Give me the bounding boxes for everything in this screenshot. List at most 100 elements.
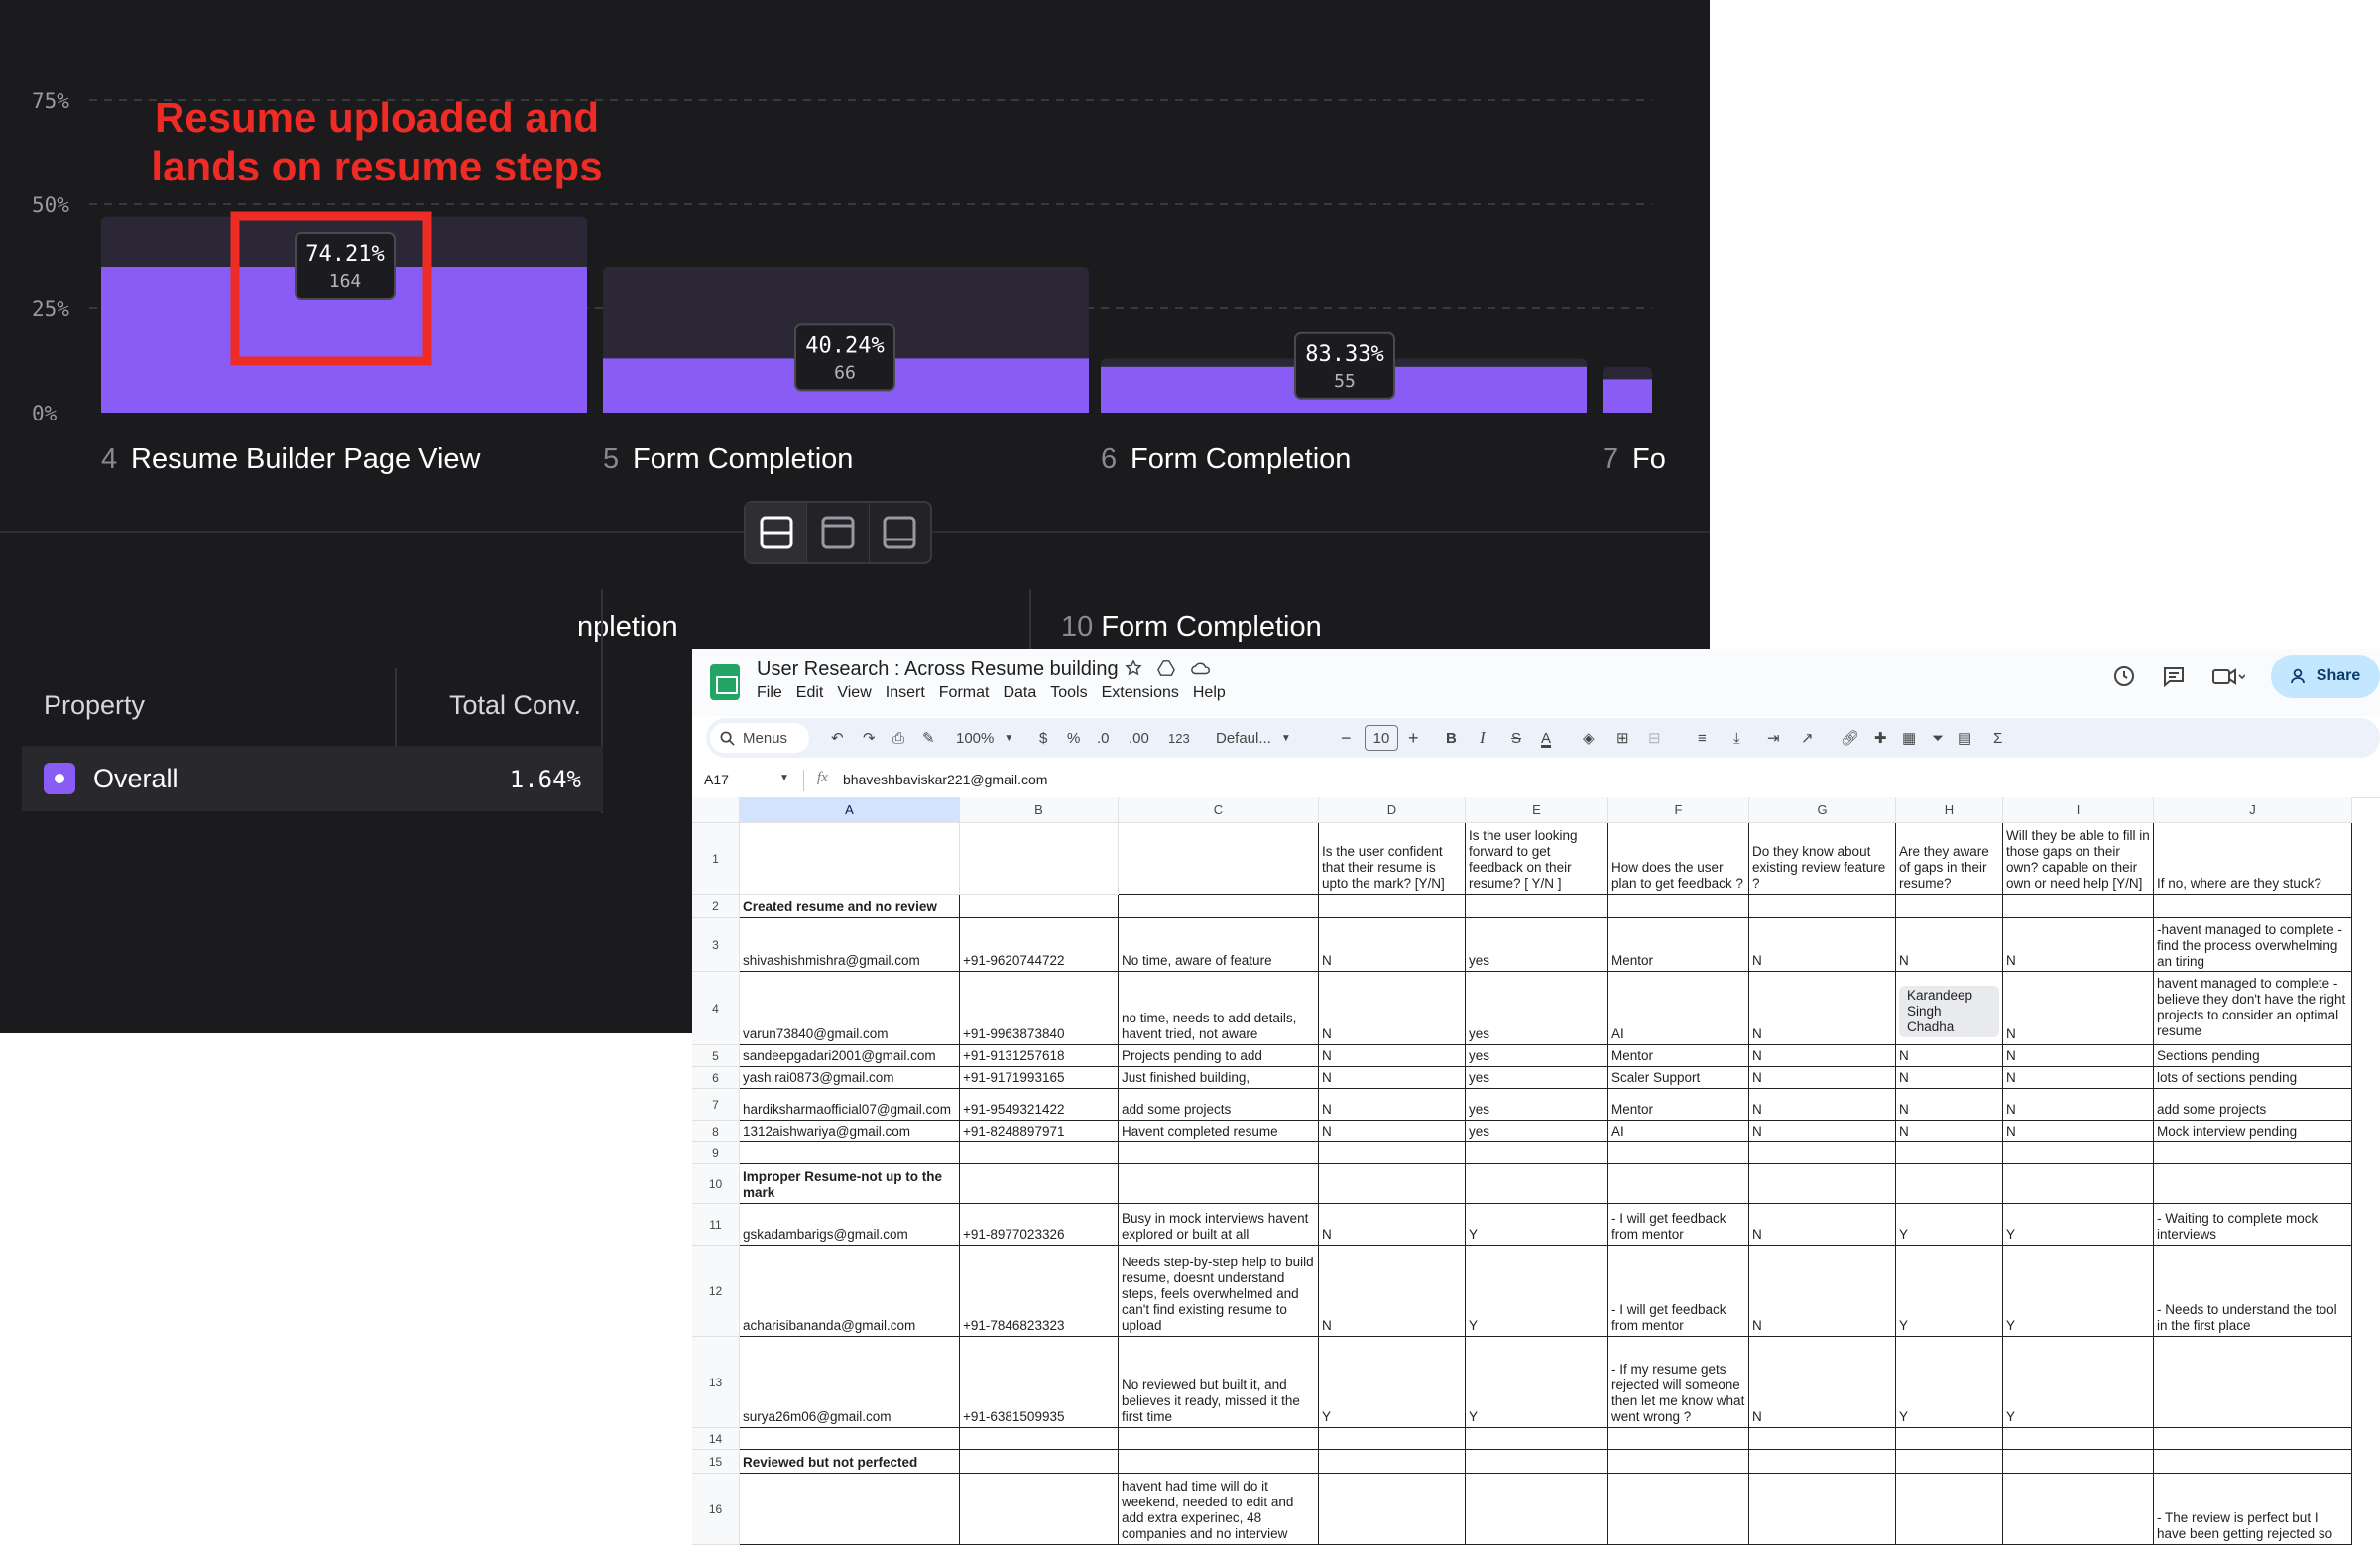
fill-color-icon[interactable]: ◈ (1583, 718, 1595, 758)
align-icon[interactable]: ≡ (1698, 718, 1707, 758)
table-cell[interactable]: no time, needs to add details, havent tr… (1119, 972, 1319, 1045)
table-cell[interactable]: AI (1608, 1121, 1749, 1142)
italic-button[interactable]: I (1480, 718, 1486, 758)
header-cell[interactable]: If no, where are they stuck? (2154, 823, 2352, 895)
table-cell[interactable] (1319, 1164, 1466, 1204)
menus-search[interactable]: Menus (710, 718, 813, 758)
table-cell[interactable]: N (2003, 972, 2154, 1045)
header-cell[interactable]: How does the user plan to get feedback ? (1608, 823, 1749, 895)
table-cell[interactable] (1896, 1164, 2003, 1204)
column-header-i[interactable]: I (2003, 797, 2154, 823)
table-cell[interactable]: Y (1896, 1337, 2003, 1428)
decrease-font-button[interactable]: − (1341, 718, 1352, 758)
table-cell[interactable]: yes (1466, 1045, 1608, 1067)
table-cell[interactable]: Reviewed but not perfected (740, 1450, 960, 1474)
table-cell[interactable]: sandeepgadari2001@gmail.com (740, 1045, 960, 1067)
table-cell[interactable] (1119, 1142, 1319, 1164)
table-cell[interactable]: +91-8977023326 (960, 1204, 1119, 1246)
menu-file[interactable]: File (757, 684, 782, 702)
menu-format[interactable]: Format (939, 684, 990, 702)
table-cell[interactable]: Scaler Support (1608, 1067, 1749, 1089)
table-cell[interactable]: No time, aware of feature (1119, 918, 1319, 972)
row-header[interactable]: 6 (692, 1067, 740, 1089)
table-cell[interactable]: - I will get feedback from mentor (1608, 1204, 1749, 1246)
table-cell[interactable] (1319, 1428, 1466, 1450)
percent-format-button[interactable]: % (1067, 718, 1080, 758)
table-cell[interactable]: Y (1896, 1246, 2003, 1337)
series-color-swatch[interactable] (44, 763, 75, 794)
table-cell[interactable] (1749, 895, 1896, 918)
row-header[interactable]: 15 (692, 1450, 740, 1474)
menu-tools[interactable]: Tools (1050, 684, 1087, 702)
formula-input[interactable]: bhaveshbaviskar221@gmail.com (843, 772, 1047, 787)
table-cell[interactable]: N (1749, 1337, 1896, 1428)
row-header[interactable]: 3 (692, 918, 740, 972)
row-header[interactable]: 13 (692, 1337, 740, 1428)
table-cell[interactable] (2003, 895, 2154, 918)
header-cell[interactable]: Is the user looking forward to get feedb… (1466, 823, 1608, 895)
table-cell[interactable]: N (1749, 972, 1896, 1045)
zoom-select[interactable]: 100% ▼ (956, 718, 1013, 758)
table-cell[interactable]: Improper Resume-not up to the mark (740, 1164, 960, 1204)
vertical-align-icon[interactable]: ⤓ (1733, 718, 1740, 758)
functions-button[interactable]: Σ (1993, 718, 2002, 758)
table-cell[interactable] (2154, 1450, 2352, 1474)
menu-view[interactable]: View (837, 684, 871, 702)
table-cell[interactable]: Y (2003, 1204, 2154, 1246)
row-header[interactable]: 2 (692, 895, 740, 918)
table-cell[interactable]: N (1896, 1089, 2003, 1121)
table-cell[interactable]: AI (1608, 972, 1749, 1045)
table-cell[interactable]: varun73840@gmail.com (740, 972, 960, 1045)
table-cell[interactable] (1466, 1142, 1608, 1164)
table-cell[interactable] (1896, 1142, 2003, 1164)
text-wrap-icon[interactable]: ⇥ (1767, 718, 1780, 758)
table-cell[interactable] (2003, 1142, 2154, 1164)
table-cell[interactable]: - I will get feedback from mentor (1608, 1246, 1749, 1337)
history-icon[interactable] (2112, 664, 2136, 688)
header-cell[interactable]: Do they know about existing review featu… (1749, 823, 1896, 895)
table-cell[interactable]: Projects pending to add (1119, 1045, 1319, 1067)
comments-icon[interactable] (2162, 664, 2186, 688)
table-cell[interactable]: N (1319, 1204, 1466, 1246)
table-cell[interactable]: gskadambarigs@gmail.com (740, 1204, 960, 1246)
table-cell[interactable] (1749, 1164, 1896, 1204)
increase-font-button[interactable]: + (1408, 718, 1419, 758)
number-format-button[interactable]: 123 (1168, 718, 1190, 758)
table-cell[interactable] (1608, 1450, 1749, 1474)
table-cell[interactable]: Busy in mock interviews havent explored … (1119, 1204, 1319, 1246)
row-header[interactable]: 14 (692, 1428, 740, 1450)
column-header-g[interactable]: G (1749, 797, 1896, 823)
row-header[interactable]: 10 (692, 1164, 740, 1204)
table-cell[interactable]: N (1749, 1067, 1896, 1089)
table-cell[interactable] (1608, 1164, 1749, 1204)
header-cell[interactable]: Are they aware of gaps in their resume? (1896, 823, 2003, 895)
row-header[interactable]: 7 (692, 1089, 740, 1121)
table-cell[interactable] (1896, 895, 2003, 918)
table-cell[interactable] (960, 1142, 1119, 1164)
table-cell[interactable] (1119, 1164, 1319, 1204)
table-cell[interactable]: shivashishmishra@gmail.com (740, 918, 960, 972)
table-cell[interactable]: +91-9963873840 (960, 972, 1119, 1045)
table-cell[interactable] (1466, 895, 1608, 918)
chart-icon[interactable]: ▦ (1902, 718, 1916, 758)
split-view-button[interactable] (746, 503, 808, 562)
table-cell[interactable]: yes (1466, 1121, 1608, 1142)
table-cell[interactable] (2154, 895, 2352, 918)
table-cell[interactable]: Mentor (1608, 1089, 1749, 1121)
bold-button[interactable]: B (1446, 718, 1457, 758)
table-cell[interactable]: Y (1466, 1337, 1608, 1428)
table-cell[interactable]: +91-6381509935 (960, 1337, 1119, 1428)
table-cell[interactable]: +91-9131257618 (960, 1045, 1119, 1067)
table-cell[interactable] (2154, 1428, 2352, 1450)
table-cell[interactable]: -havent managed to complete -find the pr… (2154, 918, 2352, 972)
undo-icon[interactable]: ↶ (831, 718, 844, 758)
table-cell[interactable] (1466, 1428, 1608, 1450)
table-cell[interactable] (2003, 1164, 2154, 1204)
star-icon[interactable] (1125, 660, 1142, 677)
table-cell[interactable]: - If my resume gets rejected will someon… (1608, 1337, 1749, 1428)
table-cell[interactable] (1319, 1474, 1466, 1545)
table-cell[interactable]: surya26m06@gmail.com (740, 1337, 960, 1428)
top-view-button[interactable] (807, 503, 870, 562)
table-cell[interactable]: N (1319, 972, 1466, 1045)
table-cell[interactable]: Mentor (1608, 918, 1749, 972)
